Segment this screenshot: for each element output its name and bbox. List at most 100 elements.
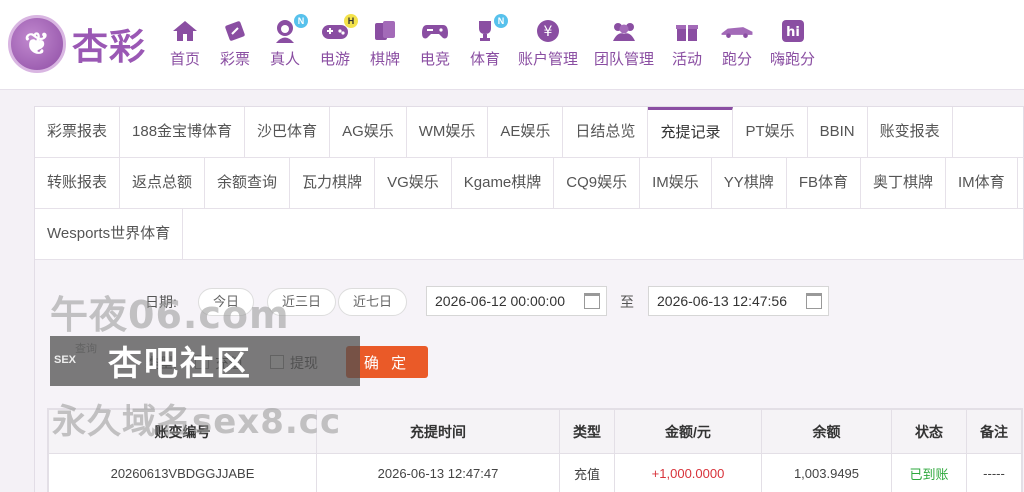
nav-label: 账户管理 xyxy=(518,51,579,68)
to-label: 至 xyxy=(620,294,634,310)
nav-item-team[interactable]: 团队管理 xyxy=(586,18,662,78)
calendar-icon xyxy=(806,293,822,309)
tab-cq9[interactable]: CQ9娱乐 xyxy=(554,158,641,208)
transaction-id: 20260613VBDGGJJABE xyxy=(48,453,317,492)
type-label: 类型: xyxy=(145,355,177,371)
report-tabs: 彩票报表 188金宝博体育 沙巴体育 AG娱乐 WM娱乐 AE娱乐 日结总览 充… xyxy=(35,107,1024,260)
tab-pt[interactable]: PT娱乐 xyxy=(733,107,808,157)
nav-item-esports[interactable]: 电竞 xyxy=(410,18,460,78)
tab-wali-cards[interactable]: 瓦力棋牌 xyxy=(290,158,376,208)
deposit-label: 充值 xyxy=(215,355,243,371)
transaction-time: 2026-06-13 12:47:47 xyxy=(316,453,560,492)
tab-188bet-sports[interactable]: 188金宝博体育 xyxy=(120,107,246,157)
logo-text: 杏彩 xyxy=(72,27,147,68)
column-header: 类型 xyxy=(559,409,615,454)
start-date-value: 2026-06-12 00:00:00 xyxy=(435,293,565,309)
tab-row-2: 转账报表 返点总额 余额查询 瓦力棋牌 VG娱乐 Kgame棋牌 CQ9娱乐 I… xyxy=(35,158,1024,209)
nav-label: 真人 xyxy=(269,51,300,68)
nav-label: 彩票 xyxy=(219,51,250,68)
tab-rebate-total[interactable]: 返点总额 xyxy=(120,158,206,208)
car-icon xyxy=(720,18,754,44)
esports-controller-icon xyxy=(418,18,452,44)
nav-item-promotions[interactable]: 活动 xyxy=(662,18,712,78)
svg-text:¥: ¥ xyxy=(544,24,553,40)
main-nav: 首页 彩票 N 真人 H 电游 棋牌 电竞 N 体育 ¥ 账户管理 团队管理 活… xyxy=(160,14,823,78)
nav-item-home[interactable]: 首页 xyxy=(160,18,210,78)
filter-area: 日期: 今日 近三日 近七日 2026-06-12 00:00:00 至 202… xyxy=(35,260,1024,492)
end-date-value: 2026-06-13 12:47:56 xyxy=(657,293,787,309)
withdraw-label: 提现 xyxy=(290,355,318,371)
transaction-amount: +1,000.0000 xyxy=(614,453,762,492)
tab-ae[interactable]: AE娱乐 xyxy=(488,107,564,157)
column-header: 余额 xyxy=(761,409,892,454)
date-label: 日期: xyxy=(145,294,177,310)
table-header-row: 账变编号 充提时间 类型 金额/元 余额 状态 备注 xyxy=(48,409,1022,454)
end-date-input[interactable]: 2026-06-13 12:47:56 xyxy=(648,286,829,316)
tab-daily-summary[interactable]: 日结总览 xyxy=(563,107,649,157)
nav-item-lottery[interactable]: 彩票 xyxy=(210,18,260,78)
tab-row-1: 彩票报表 188金宝博体育 沙巴体育 AG娱乐 WM娱乐 AE娱乐 日结总览 充… xyxy=(35,107,1024,158)
home-icon xyxy=(168,18,202,44)
tab-ag[interactable]: AG娱乐 xyxy=(330,107,407,157)
tab-im[interactable]: IM娱乐 xyxy=(640,158,712,208)
nav-label: 跑分 xyxy=(722,51,753,68)
tab-kgame-cards[interactable]: Kgame棋牌 xyxy=(452,158,555,208)
report-panel: 彩票报表 188金宝博体育 沙巴体育 AG娱乐 WM娱乐 AE娱乐 日结总览 充… xyxy=(34,106,1024,492)
nav-label: 棋牌 xyxy=(369,51,400,68)
table-row[interactable]: 20260613VBDGGJJABE 2026-06-13 12:47:47 充… xyxy=(48,453,1022,492)
nav-label: 电游 xyxy=(319,51,350,68)
team-icon xyxy=(607,18,641,44)
last-3-days-button[interactable]: 近三日 xyxy=(267,288,337,316)
nav-item-account[interactable]: ¥ 账户管理 xyxy=(510,18,586,78)
nav-item-hi-paofen[interactable]: hi 嗨跑分 xyxy=(762,18,823,78)
nav-item-live[interactable]: N 真人 xyxy=(260,14,310,78)
nav-item-sports[interactable]: N 体育 xyxy=(460,14,510,78)
tab-account-change-report[interactable]: 账变报表 xyxy=(868,107,953,157)
nav-item-cards[interactable]: 棋牌 xyxy=(360,18,410,78)
column-header: 充提时间 xyxy=(316,409,560,454)
start-date-input[interactable]: 2026-06-12 00:00:00 xyxy=(426,286,607,316)
tab-vg[interactable]: VG娱乐 xyxy=(375,158,452,208)
nav-label: 电竞 xyxy=(419,51,450,68)
svg-text:hi: hi xyxy=(786,25,800,40)
tab-deposit-withdraw-records[interactable]: 充提记录 xyxy=(648,107,734,157)
nav-label: 体育 xyxy=(469,51,500,68)
today-button[interactable]: 今日 xyxy=(198,288,255,316)
tab-odin-cards[interactable]: 奥丁棋牌 xyxy=(861,158,946,208)
nav-label: 首页 xyxy=(169,51,200,68)
top-header: ❦ 杏彩 首页 彩票 N 真人 H 电游 棋牌 电竞 N 体育 ¥ 账户管理 团… xyxy=(0,0,1024,90)
confirm-button[interactable]: 确 定 xyxy=(346,346,428,378)
tab-bbin[interactable]: BBIN xyxy=(808,107,868,157)
balance-value: 1,003.9495 xyxy=(761,453,892,492)
nav-label: 团队管理 xyxy=(594,51,655,68)
logo-emblem-icon: ❦ xyxy=(8,15,66,73)
column-header: 状态 xyxy=(891,409,967,454)
calendar-icon xyxy=(584,293,600,309)
tab-im-sports[interactable]: IM体育 xyxy=(946,158,1018,208)
hi-badge-icon: hi xyxy=(776,18,810,44)
new-badge: N xyxy=(494,14,508,28)
column-header: 账变编号 xyxy=(48,409,317,454)
tab-wesports[interactable]: Wesports世界体育 xyxy=(35,209,184,259)
nav-item-paofen[interactable]: 跑分 xyxy=(712,18,762,78)
withdraw-checkbox[interactable] xyxy=(270,355,284,369)
new-badge: N xyxy=(294,14,308,28)
lottery-ticket-icon xyxy=(218,18,252,44)
query-label: 查询 xyxy=(75,343,97,355)
tab-transfer-report[interactable]: 转账报表 xyxy=(35,158,121,208)
tab-wm[interactable]: WM娱乐 xyxy=(407,107,489,157)
hot-badge: H xyxy=(344,14,358,28)
site-logo[interactable]: ❦ 杏彩 xyxy=(8,12,158,76)
nav-item-slots[interactable]: H 电游 xyxy=(310,14,360,78)
tab-yy-cards[interactable]: YY棋牌 xyxy=(712,158,787,208)
last-7-days-button[interactable]: 近七日 xyxy=(338,288,408,316)
tab-saba-sports[interactable]: 沙巴体育 xyxy=(245,107,331,157)
yen-coin-icon: ¥ xyxy=(531,18,565,44)
tab-fb-sports[interactable]: FB体育 xyxy=(787,158,861,208)
tab-lottery-report[interactable]: 彩票报表 xyxy=(35,107,121,157)
tab-row-3: Wesports世界体育 xyxy=(35,209,1024,260)
cards-icon xyxy=(368,18,402,44)
nav-label: 嗨跑分 xyxy=(770,51,816,68)
deposit-checkbox[interactable] xyxy=(195,355,209,369)
tab-balance-query[interactable]: 余额查询 xyxy=(205,158,291,208)
